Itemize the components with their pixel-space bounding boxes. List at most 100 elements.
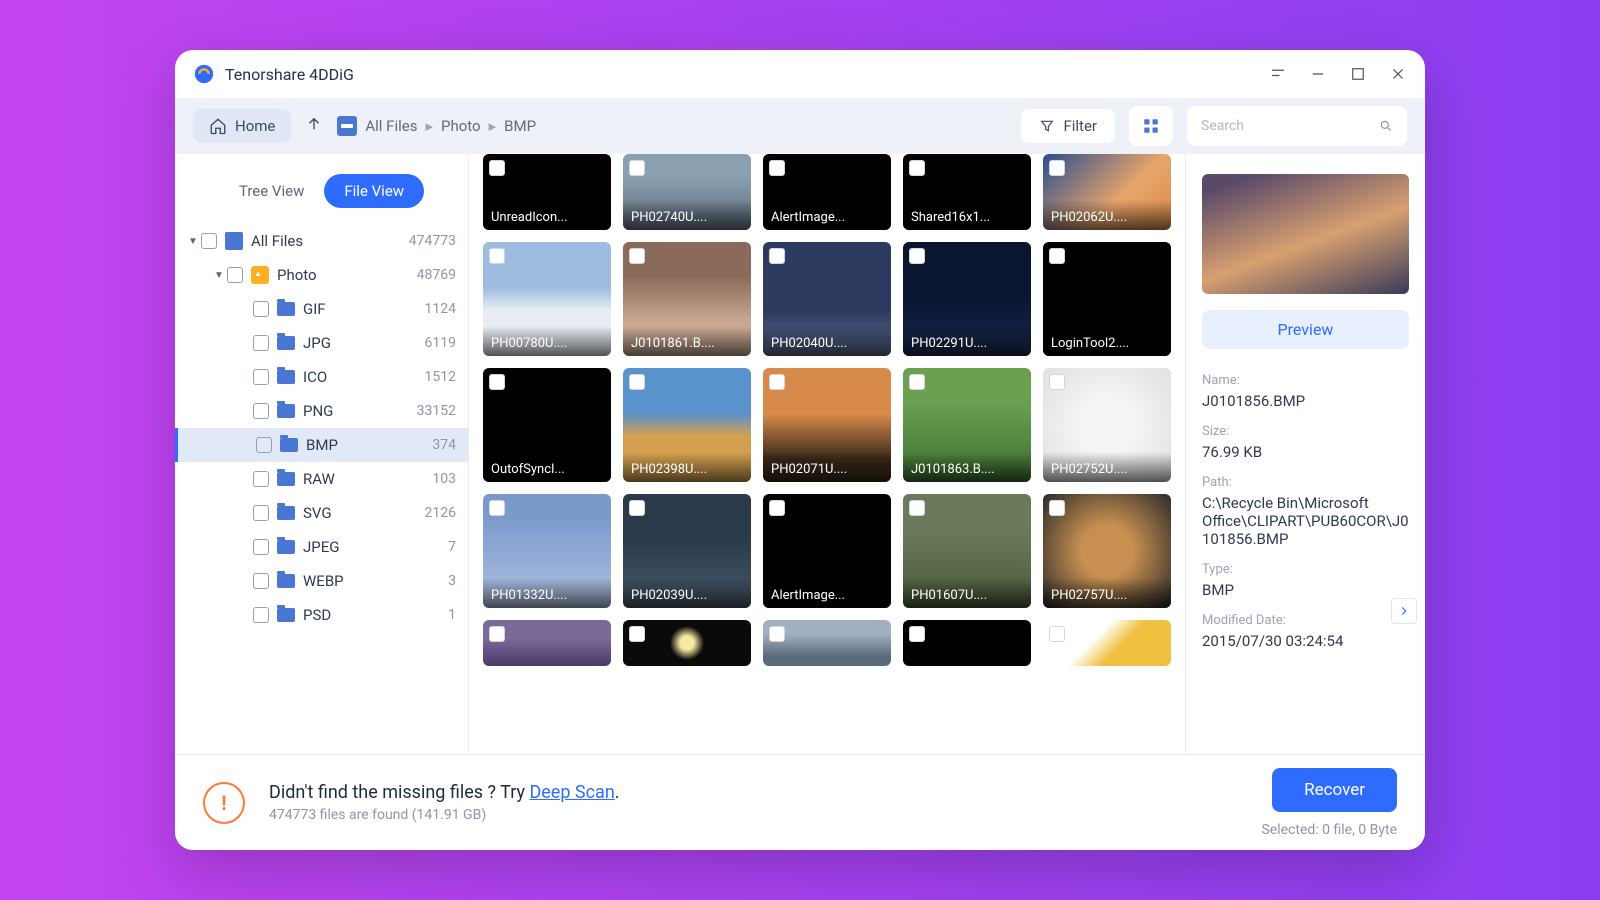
preview-button[interactable]: Preview (1202, 310, 1409, 349)
checkbox[interactable] (909, 160, 925, 176)
thumbnail[interactable] (483, 620, 611, 666)
checkbox[interactable] (909, 374, 925, 390)
checkbox[interactable] (256, 437, 272, 453)
thumbnail[interactable]: J0101861.B.... (623, 242, 751, 356)
checkbox[interactable] (1049, 374, 1065, 390)
checkbox[interactable] (489, 374, 505, 390)
thumbnail[interactable]: PH01332U.... (483, 494, 611, 608)
tree-row-png[interactable]: PNG33152 (175, 394, 468, 428)
file-view-tab[interactable]: File View (324, 174, 424, 208)
checkbox[interactable] (1049, 160, 1065, 176)
thumbnail[interactable] (763, 620, 891, 666)
breadcrumb-item[interactable]: Photo (441, 117, 481, 135)
thumbnail[interactable]: UnreadIcon... (483, 154, 611, 230)
checkbox[interactable] (629, 160, 645, 176)
thumbnail[interactable] (623, 620, 751, 666)
tree-arrow-icon[interactable]: ▼ (185, 236, 201, 247)
checkbox[interactable] (489, 500, 505, 516)
menu-icon[interactable] (1269, 65, 1287, 83)
thumbnail[interactable]: PH02291U.... (903, 242, 1031, 356)
thumbnail[interactable]: PH02398U.... (623, 368, 751, 482)
tree-row-gif[interactable]: GIF1124 (175, 292, 468, 326)
thumbnail[interactable]: PH01607U.... (903, 494, 1031, 608)
thumbnail[interactable]: PH02740U.... (623, 154, 751, 230)
thumbnail-grid-area[interactable]: UnreadIcon...PH02740U....AlertImage...Sh… (469, 154, 1185, 754)
thumbnail[interactable]: Shared16x1... (903, 154, 1031, 230)
checkbox[interactable] (253, 471, 269, 487)
view-grid-button[interactable] (1129, 106, 1173, 146)
checkbox[interactable] (629, 500, 645, 516)
checkbox[interactable] (769, 248, 785, 264)
recover-button[interactable]: Recover (1272, 768, 1397, 812)
breadcrumb-item[interactable]: BMP (504, 117, 536, 135)
up-button[interactable] (305, 115, 323, 137)
tree-label: RAW (303, 470, 432, 488)
checkbox[interactable] (253, 505, 269, 521)
checkbox[interactable] (253, 335, 269, 351)
tree-view-tab[interactable]: Tree View (219, 174, 324, 208)
checkbox[interactable] (1049, 626, 1065, 642)
thumbnail[interactable] (1043, 620, 1171, 666)
tree-row-svg[interactable]: SVG2126 (175, 496, 468, 530)
deep-scan-link[interactable]: Deep Scan (529, 782, 614, 803)
tree-arrow-icon[interactable]: ▼ (211, 270, 227, 281)
checkbox[interactable] (769, 500, 785, 516)
thumbnail[interactable] (903, 620, 1031, 666)
maximize-icon[interactable] (1349, 65, 1367, 83)
thumbnail[interactable]: PH02062U.... (1043, 154, 1171, 230)
thumbnail-caption: J0101861.B.... (623, 326, 751, 356)
thumbnail[interactable]: PH02039U.... (623, 494, 751, 608)
checkbox[interactable] (253, 573, 269, 589)
tree-row-jpg[interactable]: JPG6119 (175, 326, 468, 360)
checkbox[interactable] (909, 500, 925, 516)
tree-row-webp[interactable]: WEBP3 (175, 564, 468, 598)
checkbox[interactable] (629, 374, 645, 390)
expand-button[interactable] (1391, 598, 1417, 624)
tree-row-jpeg[interactable]: JPEG7 (175, 530, 468, 564)
alert-icon: ! (203, 782, 245, 824)
tree-row-ico[interactable]: ICO1512 (175, 360, 468, 394)
thumbnail[interactable]: PH02040U.... (763, 242, 891, 356)
checkbox[interactable] (909, 626, 925, 642)
tree-row-photo[interactable]: ▼Photo48769 (175, 258, 468, 292)
thumbnail[interactable]: PH02752U.... (1043, 368, 1171, 482)
tree-row-all files[interactable]: ▼All Files474773 (175, 224, 468, 258)
tree-row-bmp[interactable]: BMP374 (175, 428, 468, 462)
checkbox[interactable] (1049, 500, 1065, 516)
minimize-icon[interactable] (1309, 65, 1327, 83)
search-input[interactable] (1201, 118, 1379, 134)
thumbnail[interactable]: PH00780U.... (483, 242, 611, 356)
thumbnail[interactable]: J0101863.B.... (903, 368, 1031, 482)
tree-row-psd[interactable]: PSD1 (175, 598, 468, 632)
checkbox[interactable] (769, 160, 785, 176)
checkbox[interactable] (253, 369, 269, 385)
thumbnail[interactable]: LoginTool2.... (1043, 242, 1171, 356)
checkbox[interactable] (1049, 248, 1065, 264)
checkbox[interactable] (489, 248, 505, 264)
thumbnail[interactable]: AlertImage... (763, 494, 891, 608)
checkbox[interactable] (629, 248, 645, 264)
checkbox[interactable] (253, 607, 269, 623)
search-box[interactable] (1187, 106, 1407, 146)
checkbox[interactable] (253, 301, 269, 317)
thumbnail[interactable]: PH02757U.... (1043, 494, 1171, 608)
thumbnail-caption: PH02398U.... (623, 452, 751, 482)
checkbox[interactable] (769, 626, 785, 642)
checkbox[interactable] (629, 626, 645, 642)
close-icon[interactable] (1389, 65, 1407, 83)
filter-button[interactable]: Filter (1021, 109, 1115, 143)
thumbnail[interactable]: PH02071U.... (763, 368, 891, 482)
checkbox[interactable] (489, 626, 505, 642)
thumbnail[interactable]: AlertImage... (763, 154, 891, 230)
thumbnail[interactable]: OutofSyncI... (483, 368, 611, 482)
checkbox[interactable] (227, 267, 243, 283)
checkbox[interactable] (909, 248, 925, 264)
checkbox[interactable] (253, 539, 269, 555)
checkbox[interactable] (201, 233, 217, 249)
checkbox[interactable] (769, 374, 785, 390)
breadcrumb-item[interactable]: All Files (365, 117, 417, 135)
home-button[interactable]: Home (193, 109, 291, 143)
checkbox[interactable] (253, 403, 269, 419)
tree-row-raw[interactable]: RAW103 (175, 462, 468, 496)
checkbox[interactable] (489, 160, 505, 176)
